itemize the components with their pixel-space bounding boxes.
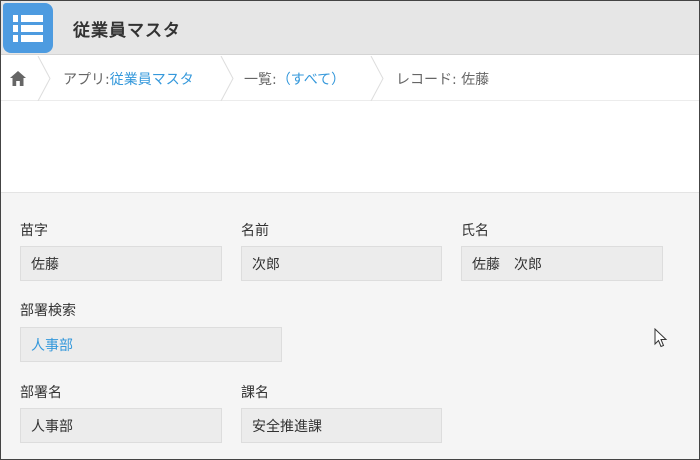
breadcrumb: アプリ: 従業員マスタ 一覧: （すべて） レコード: 佐藤: [1, 56, 699, 101]
field-value-first-name: 次郎: [241, 246, 442, 281]
field-label-department-name: 部署名: [20, 385, 62, 401]
field-value-section-name: 安全推進課: [241, 408, 442, 443]
breadcrumb-record: レコード: 佐藤: [396, 71, 490, 88]
breadcrumb-list-prefix: 一覧:: [244, 71, 277, 88]
breadcrumb-list[interactable]: 一覧: （すべて）: [244, 56, 345, 101]
record-form: 苗字 佐藤 名前 次郎 氏名 佐藤 次郎 部署検索 人事部 部署名 人事部 課名…: [1, 192, 699, 459]
breadcrumb-app[interactable]: アプリ: 従業員マスタ: [63, 56, 194, 101]
app-header: 従業員マスタ: [1, 1, 699, 55]
toolbar-area: [1, 102, 699, 192]
mouse-cursor-icon: [654, 328, 668, 348]
field-value-last-name: 佐藤: [20, 246, 222, 281]
field-label-section-name: 課名: [241, 385, 269, 401]
breadcrumb-list-link[interactable]: （すべて）: [277, 69, 345, 89]
field-label-full-name: 氏名: [461, 223, 489, 239]
field-value-department-name: 人事部: [20, 408, 222, 443]
field-value-full-name: 佐藤 次郎: [461, 246, 663, 281]
app-window: 従業員マスタ アプリ: 従業員マスタ 一覧: （すべて） レコード: 佐藤 苗字…: [0, 0, 700, 460]
field-value-department-search-link[interactable]: 人事部: [20, 327, 282, 362]
breadcrumb-separator-icon: [370, 56, 384, 101]
breadcrumb-separator-icon: [37, 56, 51, 101]
field-label-department-search: 部署検索: [20, 303, 76, 319]
breadcrumb-app-prefix: アプリ:: [63, 71, 110, 88]
app-title: 従業員マスタ: [73, 21, 181, 41]
list-icon[interactable]: [3, 3, 53, 53]
breadcrumb-app-link[interactable]: 従業員マスタ: [110, 69, 194, 89]
field-label-first-name: 名前: [241, 223, 269, 239]
breadcrumb-separator-icon: [220, 56, 234, 101]
field-label-last-name: 苗字: [20, 223, 48, 239]
home-icon[interactable]: [10, 71, 26, 86]
